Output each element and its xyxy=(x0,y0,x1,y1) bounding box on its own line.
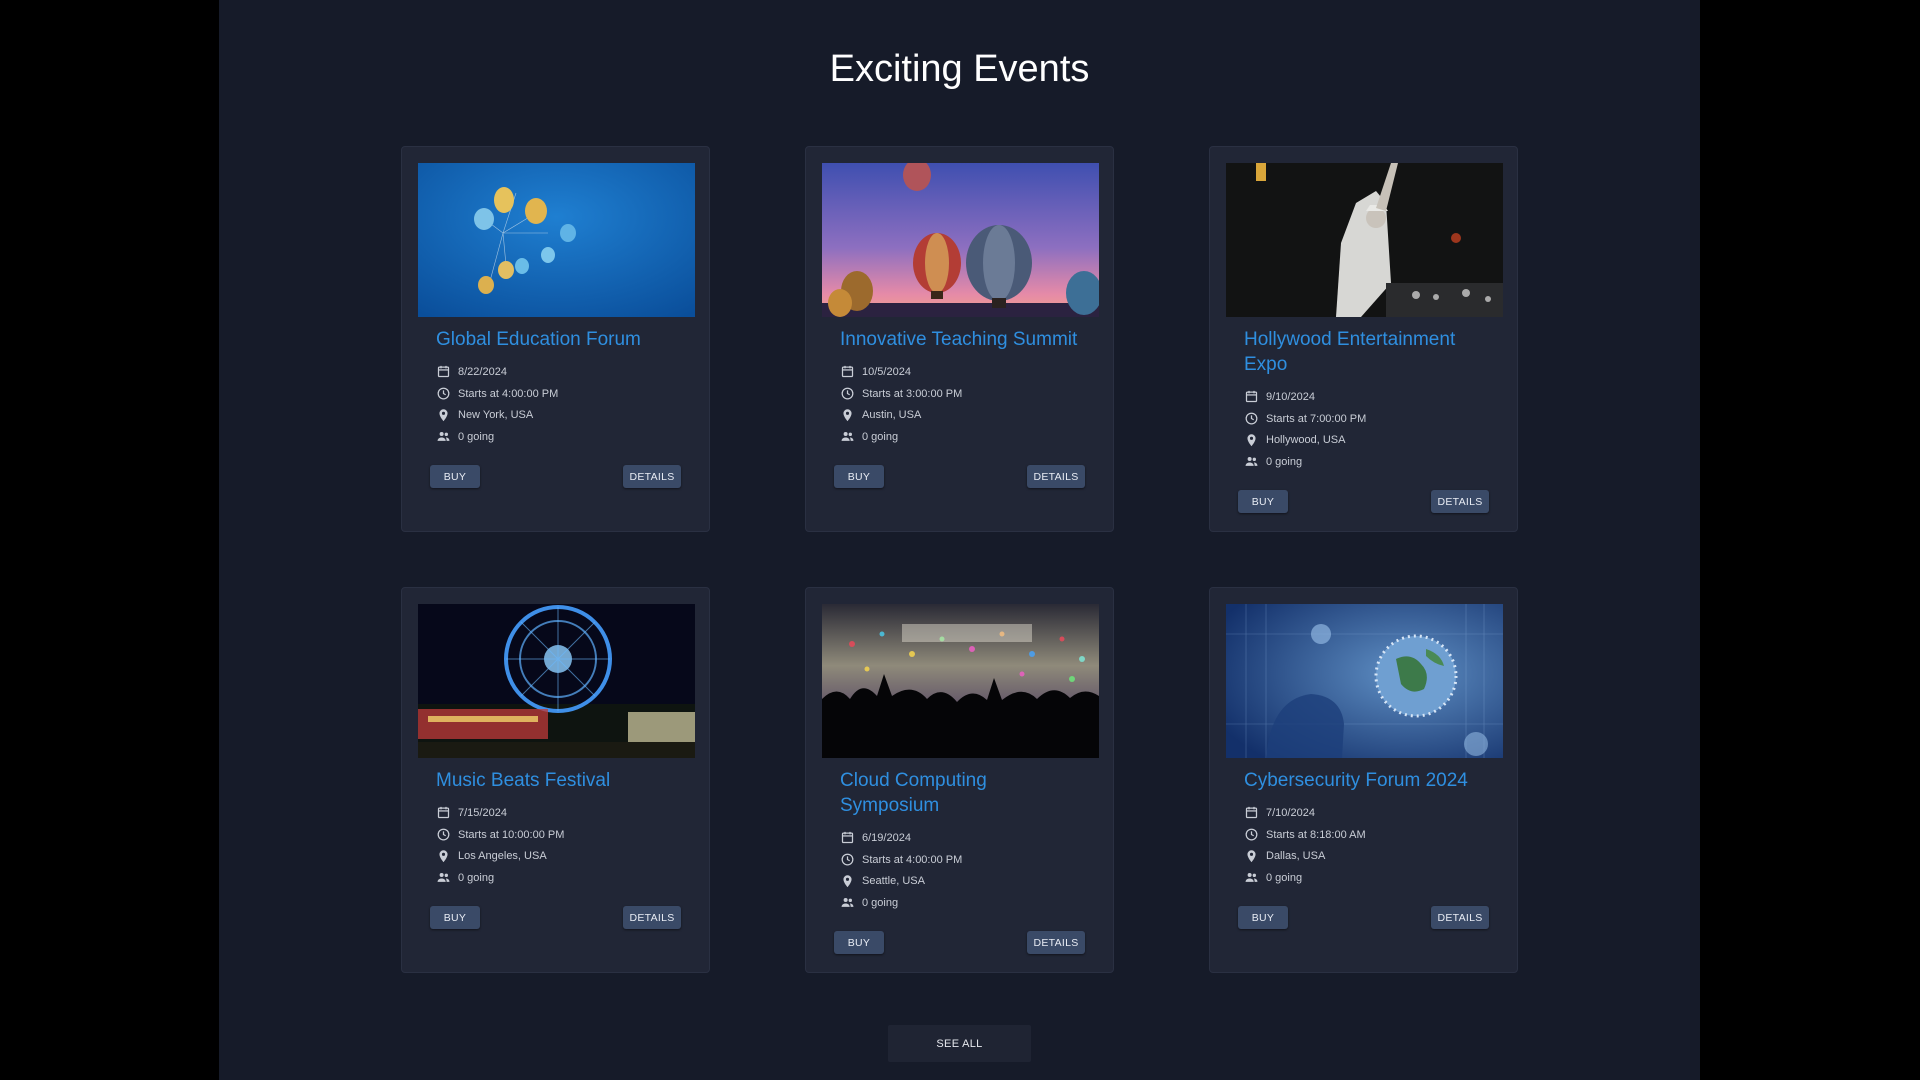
event-card: Cloud Computing Symposium 6/19/2024 Star… xyxy=(805,587,1114,973)
event-meta: 8/22/2024 Starts at 4:00:00 PM New York,… xyxy=(436,361,681,448)
people-icon xyxy=(1244,870,1259,885)
dj-performer-image xyxy=(1226,163,1503,317)
see-all-button[interactable]: SEE ALL xyxy=(888,1025,1031,1062)
event-image[interactable] xyxy=(822,163,1099,317)
event-title[interactable]: Hollywood Entertainment Expo xyxy=(1244,327,1489,377)
globe-virus-digital-image xyxy=(1226,604,1503,758)
location-pin-icon xyxy=(1244,849,1259,864)
event-location: Los Angeles, USA xyxy=(436,845,681,867)
event-time: Starts at 3:00:00 PM xyxy=(840,383,1085,405)
event-meta: 7/10/2024 Starts at 8:18:00 AM Dallas, U… xyxy=(1244,802,1489,889)
buy-button[interactable]: BUY xyxy=(1238,906,1288,929)
event-image[interactable] xyxy=(418,163,695,317)
location-pin-icon xyxy=(436,408,451,423)
event-card: Global Education Forum 8/22/2024 Starts … xyxy=(401,146,710,532)
details-button[interactable]: DETAILS xyxy=(623,906,681,929)
event-location: New York, USA xyxy=(436,404,681,426)
details-button[interactable]: DETAILS xyxy=(1027,931,1085,954)
event-card: Innovative Teaching Summit 10/5/2024 Sta… xyxy=(805,146,1114,532)
event-meta: 10/5/2024 Starts at 3:00:00 PM Austin, U… xyxy=(840,361,1085,448)
event-location: Austin, USA xyxy=(840,404,1085,426)
event-going: 0 going xyxy=(1244,451,1489,473)
event-date: 7/10/2024 xyxy=(1244,802,1489,824)
calendar-icon xyxy=(1244,805,1259,820)
event-title[interactable]: Cloud Computing Symposium xyxy=(840,768,1085,818)
events-grid: Global Education Forum 8/22/2024 Starts … xyxy=(219,0,1700,1080)
ferris-wheel-night-image xyxy=(418,604,695,758)
details-button[interactable]: DETAILS xyxy=(1027,465,1085,488)
clock-icon xyxy=(436,386,451,401)
event-location: Seattle, USA xyxy=(840,870,1085,892)
clock-icon xyxy=(1244,411,1259,426)
event-going: 0 going xyxy=(840,892,1085,914)
hot-air-balloons-image xyxy=(822,163,1099,317)
event-location: Dallas, USA xyxy=(1244,845,1489,867)
details-button[interactable]: DETAILS xyxy=(623,465,681,488)
buy-button[interactable]: BUY xyxy=(834,465,884,488)
clock-icon xyxy=(840,386,855,401)
event-going: 0 going xyxy=(840,426,1085,448)
event-time: Starts at 7:00:00 PM xyxy=(1244,408,1489,430)
event-going: 0 going xyxy=(1244,867,1489,889)
event-title[interactable]: Music Beats Festival xyxy=(436,768,681,793)
event-title[interactable]: Innovative Teaching Summit xyxy=(840,327,1085,352)
event-going: 0 going xyxy=(436,867,681,889)
event-date: 6/19/2024 xyxy=(840,827,1085,849)
events-page: Exciting Events Global Education Forum 8… xyxy=(219,0,1700,1080)
details-button[interactable]: DETAILS xyxy=(1431,490,1489,513)
event-card: Music Beats Festival 7/15/2024 Starts at… xyxy=(401,587,710,973)
calendar-icon xyxy=(1244,389,1259,404)
location-pin-icon xyxy=(840,408,855,423)
event-time: Starts at 8:18:00 AM xyxy=(1244,824,1489,846)
people-icon xyxy=(840,429,855,444)
clock-icon xyxy=(436,827,451,842)
people-icon xyxy=(840,895,855,910)
event-going: 0 going xyxy=(436,426,681,448)
buy-button[interactable]: BUY xyxy=(1238,490,1288,513)
event-location: Hollywood, USA xyxy=(1244,429,1489,451)
event-card: Cybersecurity Forum 2024 7/10/2024 Start… xyxy=(1209,587,1518,973)
event-meta: 9/10/2024 Starts at 7:00:00 PM Hollywood… xyxy=(1244,386,1489,473)
event-title[interactable]: Cybersecurity Forum 2024 xyxy=(1244,768,1489,793)
event-time: Starts at 4:00:00 PM xyxy=(436,383,681,405)
calendar-icon xyxy=(840,364,855,379)
event-image[interactable] xyxy=(1226,604,1503,758)
buy-button[interactable]: BUY xyxy=(834,931,884,954)
calendar-icon xyxy=(436,364,451,379)
people-icon xyxy=(436,429,451,444)
clock-icon xyxy=(840,852,855,867)
event-date: 10/5/2024 xyxy=(840,361,1085,383)
concert-crowd-lights-image xyxy=(822,604,1099,758)
event-image[interactable] xyxy=(822,604,1099,758)
people-icon xyxy=(436,870,451,885)
event-time: Starts at 4:00:00 PM xyxy=(840,849,1085,871)
location-pin-icon xyxy=(436,849,451,864)
event-title[interactable]: Global Education Forum xyxy=(436,327,681,352)
event-meta: 6/19/2024 Starts at 4:00:00 PM Seattle, … xyxy=(840,827,1085,914)
calendar-icon xyxy=(436,805,451,820)
location-pin-icon xyxy=(840,874,855,889)
clock-icon xyxy=(1244,827,1259,842)
balloons-sky-image xyxy=(418,163,695,317)
people-icon xyxy=(1244,454,1259,469)
details-button[interactable]: DETAILS xyxy=(1431,906,1489,929)
event-image[interactable] xyxy=(418,604,695,758)
event-time: Starts at 10:00:00 PM xyxy=(436,824,681,846)
location-pin-icon xyxy=(1244,433,1259,448)
event-meta: 7/15/2024 Starts at 10:00:00 PM Los Ange… xyxy=(436,802,681,889)
event-image[interactable] xyxy=(1226,163,1503,317)
event-card: Hollywood Entertainment Expo 9/10/2024 S… xyxy=(1209,146,1518,532)
event-date: 8/22/2024 xyxy=(436,361,681,383)
event-date: 9/10/2024 xyxy=(1244,386,1489,408)
calendar-icon xyxy=(840,830,855,845)
event-date: 7/15/2024 xyxy=(436,802,681,824)
buy-button[interactable]: BUY xyxy=(430,906,480,929)
buy-button[interactable]: BUY xyxy=(430,465,480,488)
